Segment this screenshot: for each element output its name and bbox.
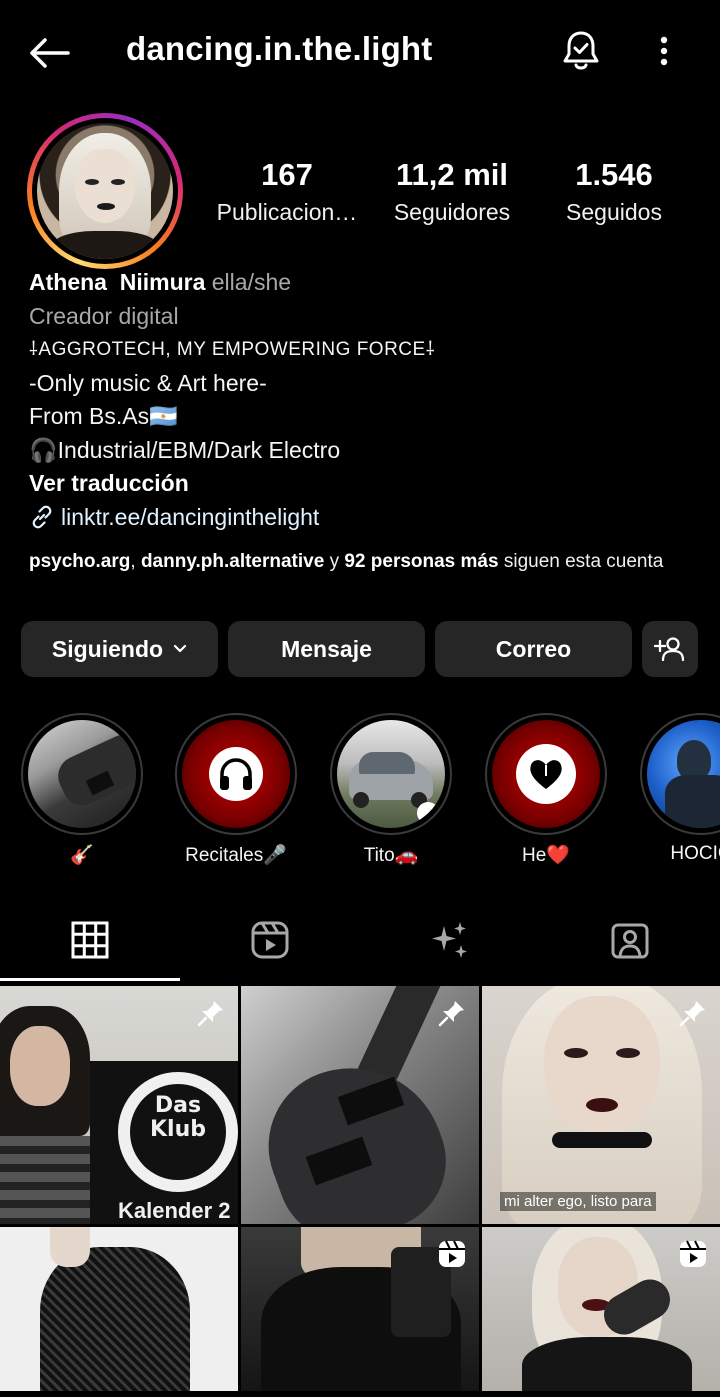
pronouns: ella/she (211, 269, 292, 295)
following-button[interactable]: Siguiendo (21, 621, 218, 677)
followers-count[interactable]: 11,2 mil Seguidores (382, 156, 522, 230)
highlight-label: Recitales🎤 (185, 845, 287, 866)
arrow-left-icon (30, 38, 70, 68)
top-bar: dancing.in.the.light (0, 0, 720, 104)
post-tile[interactable]: mi alter ego, listo para (482, 986, 720, 1224)
highlight-cover (492, 720, 600, 828)
highlight-cover (182, 720, 290, 828)
post-tile[interactable] (241, 1227, 479, 1391)
see-translation-link[interactable]: Ver traducción (29, 467, 699, 501)
bio-line: -Only music & Art here- (29, 369, 267, 396)
posts-count-value: 167 (261, 157, 313, 192)
active-tab-indicator (0, 978, 180, 981)
tab-tagged[interactable] (540, 898, 720, 982)
profile-avatar[interactable] (27, 113, 183, 269)
bio-link-text: linktr.ee/dancinginthelight (61, 503, 320, 530)
following-count[interactable]: 1.546 Seguidos (548, 156, 680, 230)
message-button-label: Mensaje (281, 635, 372, 662)
pin-icon (197, 1001, 223, 1027)
heart-icon (530, 760, 562, 789)
profile-bio: Athena Niimura ella/she Creador digital … (29, 266, 699, 534)
pin-icon (438, 1001, 464, 1027)
name-row: Athena Niimura ella/she (29, 266, 699, 300)
following-button-label: Siguiendo (51, 635, 164, 662)
email-button[interactable]: Correo (435, 621, 632, 677)
profile-username: dancing.in.the.light (126, 30, 433, 67)
following-count-value: 1.546 (575, 157, 653, 192)
suggested-users-button[interactable] (642, 621, 698, 677)
tile-text: Kalender 2 (118, 1198, 231, 1223)
reel-icon (439, 1240, 465, 1267)
bio-line: 🎧Industrial/EBM/Dark Electro (29, 436, 341, 463)
add-person-icon (654, 637, 685, 662)
more-vertical-icon (660, 36, 668, 66)
highlight-cover (28, 720, 136, 828)
post-tile[interactable] (482, 1227, 720, 1391)
bio-line: ⸸AGGROTECH, MY EMPOWERING FORCE⸸ (29, 339, 436, 360)
back-button[interactable] (26, 30, 72, 76)
highlight-label: 🎸 (70, 845, 94, 866)
posts-count-label: Publicacion… (216, 199, 358, 225)
pin-icon (679, 1001, 705, 1027)
followers-others: 92 personas más (344, 551, 499, 572)
reels-icon (251, 921, 289, 959)
follower-name: danny.ph.alternative (140, 551, 325, 572)
display-name: Athena Niimura (29, 269, 206, 295)
tagged-person-icon (611, 923, 649, 959)
highlight-item[interactable]: HOCIC (640, 713, 720, 865)
profile-tabs (0, 898, 720, 984)
highlight-item[interactable]: Tito🚗 (330, 713, 452, 867)
posts-count[interactable]: 167 Publicacion… (212, 156, 362, 230)
chevron-down-icon (173, 644, 187, 653)
tab-reels[interactable] (180, 898, 360, 982)
grid-icon (71, 921, 109, 959)
bio-link[interactable]: linktr.ee/dancinginthelight (29, 501, 699, 535)
post-tile[interactable] (241, 986, 479, 1224)
link-icon (32, 505, 52, 529)
highlight-cover (647, 720, 720, 828)
tab-ai-effects[interactable] (360, 898, 540, 982)
tile-caption: mi alter ego, listo para (500, 1192, 656, 1211)
more-options-button[interactable] (646, 28, 682, 74)
highlight-label: He❤️ (522, 845, 570, 866)
highlight-item[interactable]: He❤️ (485, 713, 607, 867)
tile-text: Das (154, 1093, 202, 1118)
headphones-icon (220, 758, 252, 790)
followed-by[interactable]: psycho.arg, danny.ph.alternative y 92 pe… (29, 550, 669, 574)
reel-icon (680, 1240, 706, 1267)
highlight-label: Tito🚗 (363, 845, 419, 866)
bio-line: From Bs.As🇦🇷 (29, 403, 178, 429)
post-tile[interactable]: Das Klub Kalender 2 (0, 986, 238, 1224)
avatar-photo (37, 123, 173, 259)
highlight-label: HOCIC (670, 843, 720, 864)
post-tile[interactable] (0, 1227, 238, 1391)
tab-posts-grid[interactable] (0, 898, 180, 982)
email-button-label: Correo (495, 635, 572, 662)
highlight-item[interactable]: Recitales🎤 (175, 713, 297, 867)
tile-text: Klub (150, 1117, 206, 1142)
following-count-label: Seguidos (566, 199, 662, 225)
highlight-cover (337, 720, 445, 828)
message-button[interactable]: Mensaje (228, 621, 425, 677)
highlight-item[interactable]: 🎸 (21, 713, 143, 867)
follower-name: psycho.arg (29, 551, 131, 572)
profile-category: Creador digital (29, 302, 179, 329)
followers-count-value: 11,2 mil (395, 157, 509, 192)
followers-count-label: Seguidores (393, 199, 511, 225)
bell-check-icon (563, 31, 599, 70)
notifications-button[interactable] (558, 28, 604, 74)
sparkles-icon (432, 922, 467, 958)
